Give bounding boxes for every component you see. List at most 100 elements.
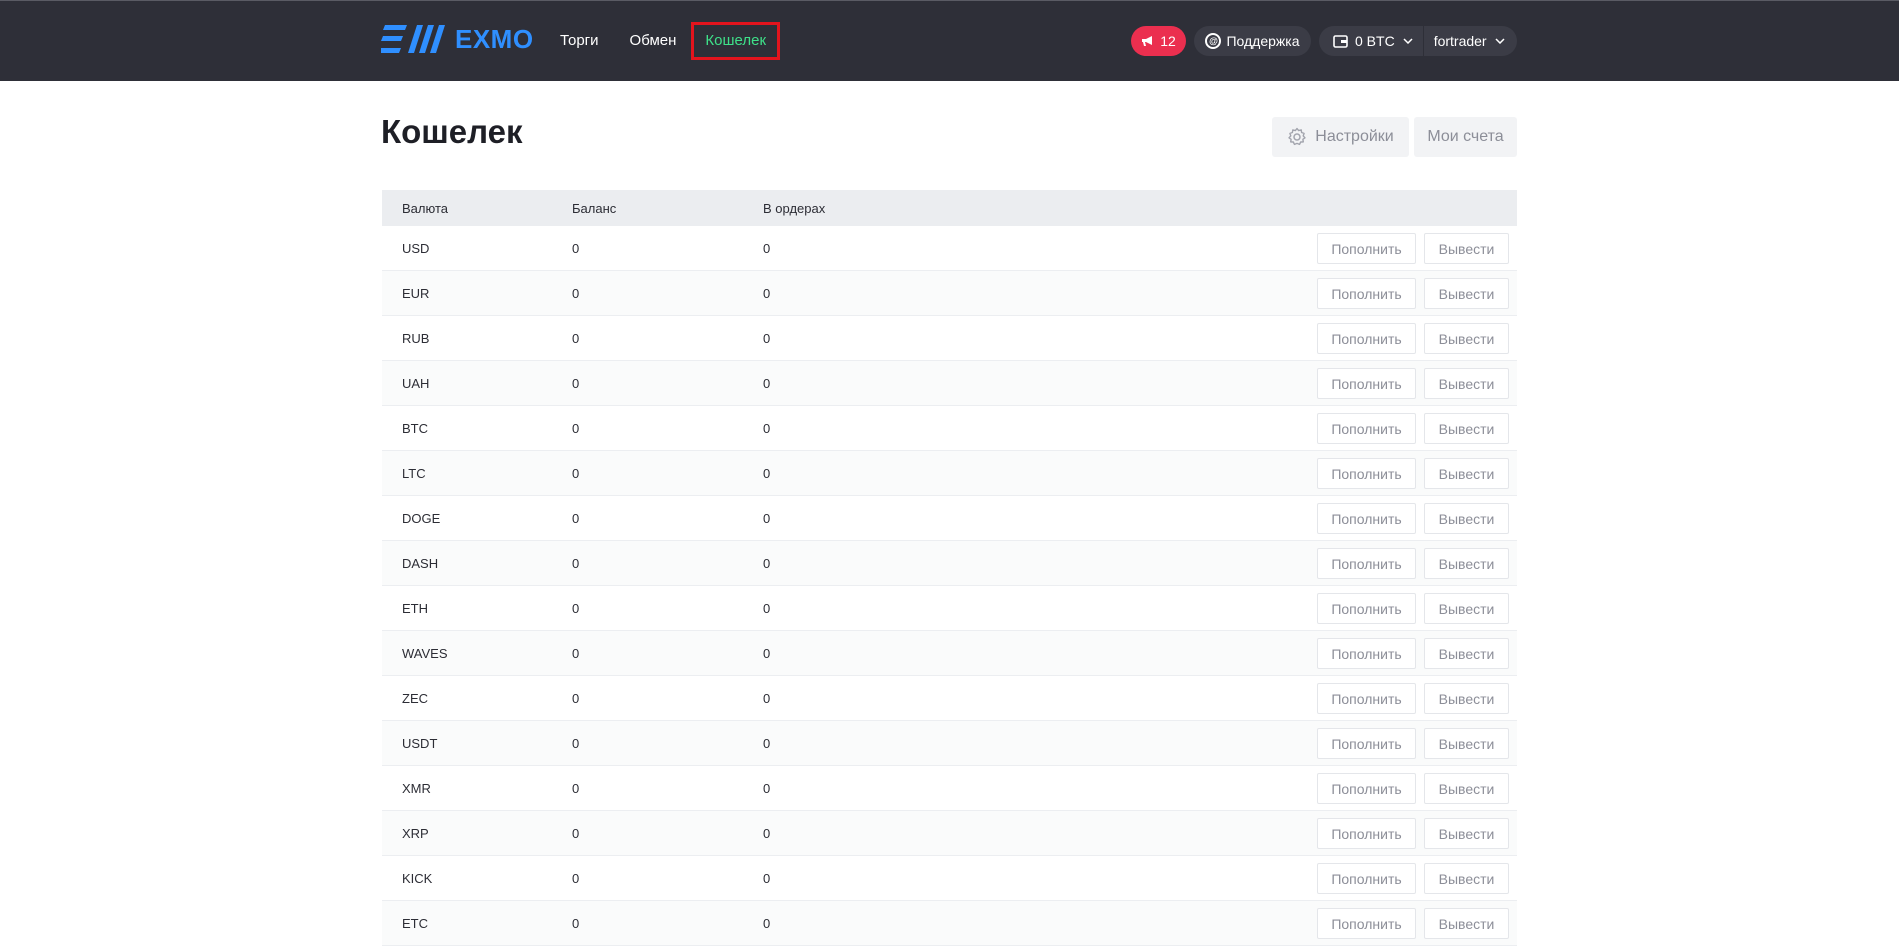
balance-label: 0 BTC: [1355, 33, 1395, 49]
cell-currency: XRP: [402, 825, 429, 841]
row-actions: Пополнить Вывести: [1317, 863, 1509, 894]
withdraw-button[interactable]: Вывести: [1424, 728, 1509, 759]
cell-currency: ETH: [402, 600, 428, 616]
table-row: DOGE 0 0 Пополнить Вывести: [382, 496, 1517, 541]
withdraw-button[interactable]: Вывести: [1424, 593, 1509, 624]
withdraw-button[interactable]: Вывести: [1424, 548, 1509, 579]
wallet-table: Валюта Баланс В ордерах USD 0 0 Пополнить Вы…: [382, 190, 1517, 946]
balance-dropdown[interactable]: 0 BTC: [1333, 26, 1424, 56]
my-accounts-button[interactable]: Мои счета: [1414, 117, 1517, 157]
support-label: Поддержка: [1226, 33, 1300, 49]
account-menu: 0 BTC fortrader: [1319, 26, 1517, 56]
cell-balance: 0: [572, 780, 580, 796]
cell-in-orders: 0: [763, 465, 771, 481]
withdraw-button[interactable]: Вывести: [1424, 323, 1509, 354]
deposit-button[interactable]: Пополнить: [1317, 818, 1416, 849]
cell-currency: RUB: [402, 330, 430, 346]
cell-balance: 0: [572, 645, 580, 661]
exmo-logo[interactable]: EXMO: [381, 23, 534, 54]
deposit-button[interactable]: Пополнить: [1317, 728, 1416, 759]
deposit-button[interactable]: Пополнить: [1317, 863, 1416, 894]
cell-balance: 0: [572, 330, 580, 346]
row-actions: Пополнить Вывести: [1317, 818, 1509, 849]
table-row: XMR 0 0 Пополнить Вывести: [382, 766, 1517, 811]
column-header-balance: Баланс: [572, 200, 617, 216]
table-row: ETC 0 0 Пополнить Вывести: [382, 901, 1517, 946]
withdraw-button[interactable]: Вывести: [1424, 908, 1509, 939]
withdraw-button[interactable]: Вывести: [1424, 683, 1509, 714]
deposit-button[interactable]: Пополнить: [1317, 458, 1416, 489]
row-actions: Пополнить Вывести: [1317, 278, 1509, 309]
withdraw-button[interactable]: Вывести: [1424, 773, 1509, 804]
withdraw-button[interactable]: Вывести: [1424, 278, 1509, 309]
wallet-icon: [1333, 34, 1348, 48]
cell-currency: DOGE: [402, 510, 441, 526]
main-nav: Торги Обмен Кошелек: [560, 22, 811, 60]
nav-exchange[interactable]: Обмен: [630, 22, 677, 60]
table-row: WAVES 0 0 Пополнить Вывести: [382, 631, 1517, 676]
deposit-button[interactable]: Пополнить: [1317, 368, 1416, 399]
deposit-button[interactable]: Пополнить: [1317, 278, 1416, 309]
deposit-button[interactable]: Пополнить: [1317, 683, 1416, 714]
table-row: KICK 0 0 Пополнить Вывести: [382, 856, 1517, 901]
row-actions: Пополнить Вывести: [1317, 728, 1509, 759]
cell-currency: UAH: [402, 375, 430, 391]
cell-in-orders: 0: [763, 825, 771, 841]
withdraw-button[interactable]: Вывести: [1424, 368, 1509, 399]
exmo-logo-mark-icon: [381, 25, 445, 53]
nav-wallet[interactable]: Кошелек: [691, 22, 781, 60]
deposit-button[interactable]: Пополнить: [1317, 233, 1416, 264]
cell-in-orders: 0: [763, 915, 771, 931]
logo-text: EXMO: [455, 23, 534, 54]
cell-in-orders: 0: [763, 375, 771, 391]
table-row: BTC 0 0 Пополнить Вывести: [382, 406, 1517, 451]
cell-currency: WAVES: [402, 645, 448, 661]
support-button[interactable]: @ Поддержка: [1194, 26, 1311, 56]
withdraw-button[interactable]: Вывести: [1424, 818, 1509, 849]
cell-in-orders: 0: [763, 600, 771, 616]
page-title: Кошелек: [381, 113, 523, 150]
deposit-button[interactable]: Пополнить: [1317, 413, 1416, 444]
withdraw-button[interactable]: Вывести: [1424, 638, 1509, 669]
table-row: XRP 0 0 Пополнить Вывести: [382, 811, 1517, 856]
table-row: UAH 0 0 Пополнить Вывести: [382, 361, 1517, 406]
cell-currency: ETC: [402, 915, 428, 931]
row-actions: Пополнить Вывести: [1317, 233, 1509, 264]
settings-button[interactable]: Настройки: [1272, 117, 1409, 157]
row-actions: Пополнить Вывести: [1317, 908, 1509, 939]
deposit-button[interactable]: Пополнить: [1317, 323, 1416, 354]
row-actions: Пополнить Вывести: [1317, 503, 1509, 534]
cell-currency: BTC: [402, 420, 428, 436]
withdraw-button[interactable]: Вывести: [1424, 458, 1509, 489]
cell-in-orders: 0: [763, 240, 771, 256]
row-actions: Пополнить Вывести: [1317, 638, 1509, 669]
deposit-button[interactable]: Пополнить: [1317, 593, 1416, 624]
cell-currency: XMR: [402, 780, 431, 796]
table-row: RUB 0 0 Пополнить Вывести: [382, 316, 1517, 361]
table-row: ZEC 0 0 Пополнить Вывести: [382, 676, 1517, 721]
table-row: LTC 0 0 Пополнить Вывести: [382, 451, 1517, 496]
table-row: ETH 0 0 Пополнить Вывести: [382, 586, 1517, 631]
cell-in-orders: 0: [763, 645, 771, 661]
deposit-button[interactable]: Пополнить: [1317, 638, 1416, 669]
deposit-button[interactable]: Пополнить: [1317, 548, 1416, 579]
withdraw-button[interactable]: Вывести: [1424, 413, 1509, 444]
cell-currency: USD: [402, 240, 430, 256]
user-dropdown[interactable]: fortrader: [1424, 26, 1505, 56]
withdraw-button[interactable]: Вывести: [1424, 233, 1509, 264]
deposit-button[interactable]: Пополнить: [1317, 908, 1416, 939]
top-navbar: EXMO Торги Обмен Кошелек 12 @ Поддержка …: [0, 0, 1899, 81]
row-actions: Пополнить Вывести: [1317, 413, 1509, 444]
column-header-currency: Валюта: [402, 200, 448, 216]
chevron-down-icon: [1403, 38, 1413, 44]
cell-balance: 0: [572, 375, 580, 391]
cell-balance: 0: [572, 510, 580, 526]
withdraw-button[interactable]: Вывести: [1424, 863, 1509, 894]
withdraw-button[interactable]: Вывести: [1424, 503, 1509, 534]
deposit-button[interactable]: Пополнить: [1317, 773, 1416, 804]
notifications-button[interactable]: 12: [1131, 26, 1186, 56]
deposit-button[interactable]: Пополнить: [1317, 503, 1416, 534]
cell-balance: 0: [572, 825, 580, 841]
cell-currency: ZEC: [402, 690, 428, 706]
nav-trade[interactable]: Торги: [560, 22, 599, 60]
